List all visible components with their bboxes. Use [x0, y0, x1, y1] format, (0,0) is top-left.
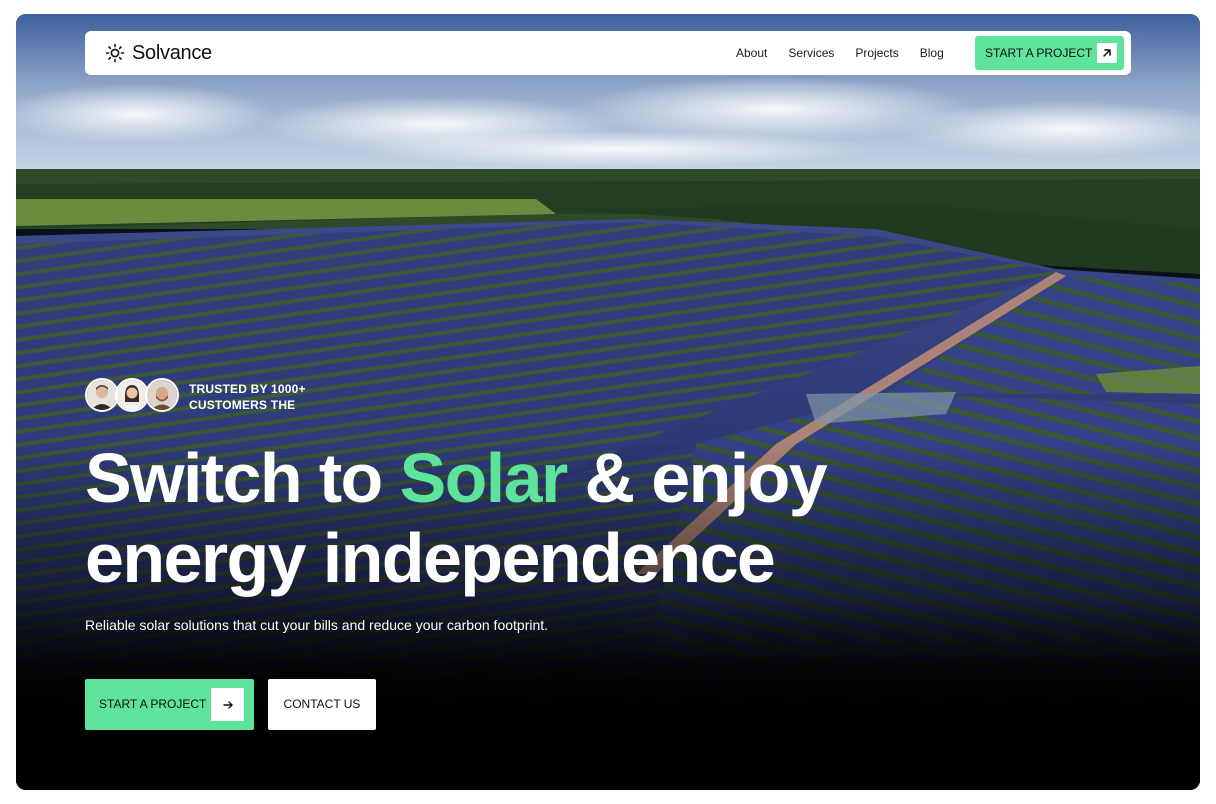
arrow-right-icon — [211, 688, 244, 721]
nav-link-blog[interactable]: Blog — [920, 46, 944, 60]
trust-text: TRUSTED BY 1000+ CUSTOMERS THE — [189, 381, 389, 413]
avatar — [85, 378, 119, 412]
start-project-nav-label: START A PROJECT — [985, 46, 1093, 60]
logo[interactable]: Solvance — [105, 31, 212, 75]
hero-headline: Switch to Solar & enjoy energy independe… — [85, 438, 985, 598]
headline-after: & enjoy — [566, 439, 827, 517]
nav-link-projects[interactable]: Projects — [855, 46, 898, 60]
sun-icon — [105, 43, 125, 63]
nav-link-services[interactable]: Services — [788, 46, 834, 60]
hero-section: Solvance About Services Projects Blog ST… — [16, 14, 1200, 790]
navbar: Solvance About Services Projects Blog ST… — [85, 31, 1131, 75]
trust-line-1: TRUSTED BY 1000+ — [189, 382, 306, 396]
brand-name: Solvance — [132, 41, 212, 64]
start-project-label: START A PROJECT — [99, 697, 207, 711]
nav-links: About Services Projects Blog — [736, 31, 965, 75]
start-project-nav-button[interactable]: START A PROJECT — [975, 36, 1124, 70]
headline-highlight: Solar — [399, 439, 569, 517]
start-project-button[interactable]: START A PROJECT — [85, 679, 254, 730]
headline-before: Switch to — [85, 439, 400, 517]
avatar — [115, 378, 149, 412]
trust-line-2: CUSTOMERS THE — [189, 398, 296, 412]
contact-us-button[interactable]: CONTACT US — [268, 679, 376, 730]
headline-line-2: energy independence — [85, 519, 776, 597]
arrow-up-right-icon — [1097, 43, 1117, 63]
headline-line-1: Switch to Solar & enjoy — [85, 438, 985, 518]
hero-subtitle: Reliable solar solutions that cut your b… — [85, 617, 549, 633]
nav-link-about[interactable]: About — [736, 46, 767, 60]
avatar — [145, 378, 179, 412]
